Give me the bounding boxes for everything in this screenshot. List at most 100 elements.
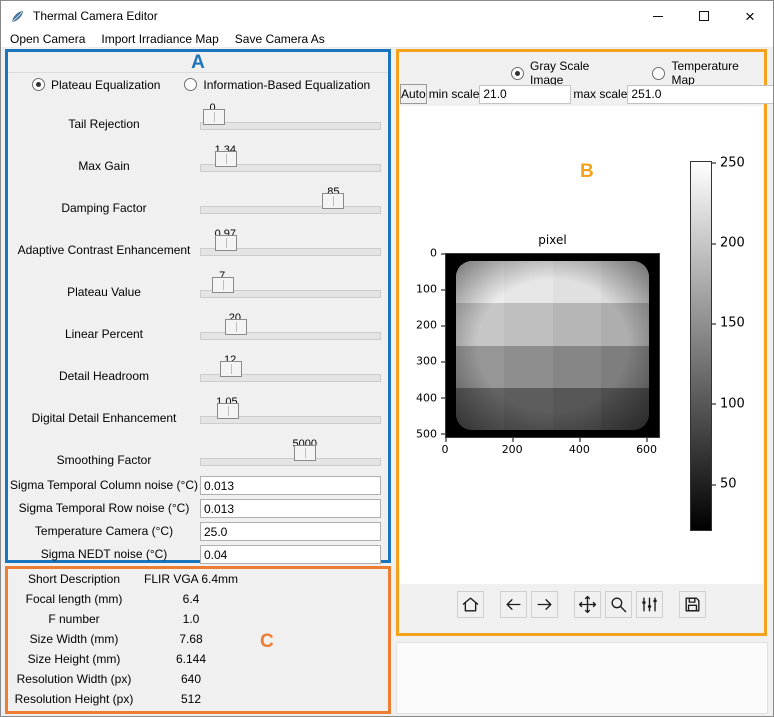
sigma-nedt-noise-input[interactable]: [200, 545, 381, 564]
slider-track[interactable]: [200, 164, 381, 172]
table-row[interactable]: Size Width (mm) 7.68: [8, 629, 388, 649]
sigma-temporal-row-noise-input[interactable]: [200, 499, 381, 518]
slider-row-plateau-value: Plateau Value 7: [8, 264, 388, 306]
slider-track[interactable]: [200, 458, 381, 466]
slider-handle[interactable]: [212, 277, 234, 293]
temperature-camera-input[interactable]: [200, 522, 381, 541]
pixel-patch: [601, 388, 649, 430]
pan-icon: [578, 595, 597, 614]
slider-handle[interactable]: [322, 193, 344, 209]
x-tick-label: 600: [636, 443, 657, 456]
info-value: FLIR VGA 6.4mm: [140, 572, 242, 586]
radio-label: Gray Scale Image: [530, 59, 624, 87]
table-row[interactable]: Resolution Height (px) 512: [8, 689, 388, 709]
annotation-letter-a: A: [8, 52, 388, 73]
auto-button[interactable]: Auto: [400, 84, 427, 104]
radio-gray-scale-image[interactable]: Gray Scale Image: [511, 59, 624, 87]
colorbar-tick-label: 150: [720, 316, 745, 331]
slider-label: Max Gain: [8, 138, 200, 180]
radio-temperature-map[interactable]: Temperature Map: [652, 59, 764, 87]
app-window: Thermal Camera Editor × Open Camera Impo…: [0, 0, 774, 717]
slider-track[interactable]: [200, 290, 381, 298]
pixel-patch: [504, 346, 552, 388]
slider-handle[interactable]: [220, 361, 242, 377]
info-label: Resolution Height (px): [8, 692, 140, 706]
slider-row-digital-detail-enhancement: Digital Detail Enhancement 1.05: [8, 390, 388, 432]
max-scale-input[interactable]: [627, 85, 774, 104]
pixel-patch: [553, 261, 601, 303]
save-figure-button[interactable]: [679, 591, 706, 618]
field-row-sigma-temporal-row-noise: Sigma Temporal Row noise (°C): [8, 497, 388, 520]
pixel-patch: [553, 388, 601, 430]
slider-row-linear-percent: Linear Percent 20: [8, 306, 388, 348]
field-row-sigma-nedt-noise: Sigma NEDT noise (°C): [8, 543, 388, 566]
field-row-temperature-camera: Temperature Camera (°C): [8, 520, 388, 543]
pixel-patch: [456, 388, 504, 430]
slider-handle[interactable]: [294, 445, 316, 461]
slider-track[interactable]: [200, 332, 381, 340]
table-row[interactable]: Resolution Width (px) 640: [8, 669, 388, 689]
forward-arrow-icon: [535, 595, 554, 614]
slider-track[interactable]: [200, 122, 381, 130]
home-icon: [461, 595, 480, 614]
configure-subplots-button[interactable]: [636, 591, 663, 618]
x-tick-label: 400: [569, 443, 590, 456]
matplotlib-canvas[interactable]: pixel 0100200300400500 0200400600 250200…: [400, 106, 763, 584]
slider-handle[interactable]: [215, 151, 237, 167]
slider-track[interactable]: [200, 248, 381, 256]
menu-open-camera[interactable]: Open Camera: [1, 31, 93, 47]
close-button[interactable]: ×: [727, 1, 773, 31]
field-label: Temperature Camera (°C): [8, 525, 200, 538]
y-tick-label: 300: [416, 355, 437, 368]
radio-label: Information-Based Equalization: [203, 78, 370, 92]
min-scale-input[interactable]: [479, 85, 571, 104]
sigma-temporal-column-noise-input[interactable]: [200, 476, 381, 495]
annotation-letter-b: B: [580, 161, 594, 183]
menu-import-irradiance-map[interactable]: Import Irradiance Map: [93, 31, 226, 47]
zoom-button[interactable]: [605, 591, 632, 618]
table-row[interactable]: Focal length (mm) 6.4: [8, 589, 388, 609]
radio-label: Plateau Equalization: [51, 78, 160, 92]
slider-track[interactable]: [200, 416, 381, 424]
pixel-patch: [456, 261, 504, 303]
slider-handle[interactable]: [215, 235, 237, 251]
slider-handle[interactable]: [217, 403, 239, 419]
slider-row-detail-headroom: Detail Headroom 12: [8, 348, 388, 390]
radio-plateau-equalization[interactable]: Plateau Equalization: [32, 78, 160, 92]
pan-button[interactable]: [574, 591, 601, 618]
back-button[interactable]: [500, 591, 527, 618]
annotation-box-b: Gray Scale Image Temperature Map Auto mi…: [396, 49, 767, 636]
forward-button[interactable]: [531, 591, 558, 618]
info-label: Size Height (mm): [8, 652, 140, 666]
radio-icon: [511, 67, 524, 80]
menu-save-camera-as[interactable]: Save Camera As: [227, 31, 333, 47]
y-tick-label: 200: [416, 319, 437, 332]
slider-handle[interactable]: [203, 109, 225, 125]
info-value: 7.68: [140, 632, 242, 646]
minimize-button[interactable]: [635, 1, 681, 31]
info-value: 1.0: [140, 612, 242, 626]
pixel-patch: [504, 388, 552, 430]
info-label: Short Description: [8, 572, 140, 586]
table-row[interactable]: F number 1.0: [8, 609, 388, 629]
y-axis-ticks: 0100200300400500: [400, 253, 445, 438]
slider-row-tail-rejection: Tail Rejection 0: [8, 96, 388, 138]
table-row[interactable]: Short Description FLIR VGA 6.4mm: [8, 569, 388, 589]
slider-row-damping-factor: Damping Factor 85: [8, 180, 388, 222]
slider-label: Smoothing Factor: [8, 432, 200, 474]
annotation-box-c: Short Description FLIR VGA 6.4mm Focal l…: [5, 566, 391, 714]
field-label: Sigma Temporal Column noise (°C): [8, 479, 200, 492]
slider-track[interactable]: [200, 374, 381, 382]
info-label: Focal length (mm): [8, 592, 140, 606]
slider-handle[interactable]: [225, 319, 247, 335]
slider-track[interactable]: [200, 206, 381, 214]
home-button[interactable]: [457, 591, 484, 618]
colorbar-tick-label: 250: [720, 155, 745, 170]
radio-information-based-equalization[interactable]: Information-Based Equalization: [184, 78, 370, 92]
info-value: 6.144: [140, 652, 242, 666]
maximize-button[interactable]: [681, 1, 727, 31]
y-tick-label: 500: [416, 427, 437, 440]
table-row[interactable]: Size Height (mm) 6.144: [8, 649, 388, 669]
annotation-letter-c: C: [260, 631, 274, 653]
field-label: Sigma NEDT noise (°C): [8, 548, 200, 561]
